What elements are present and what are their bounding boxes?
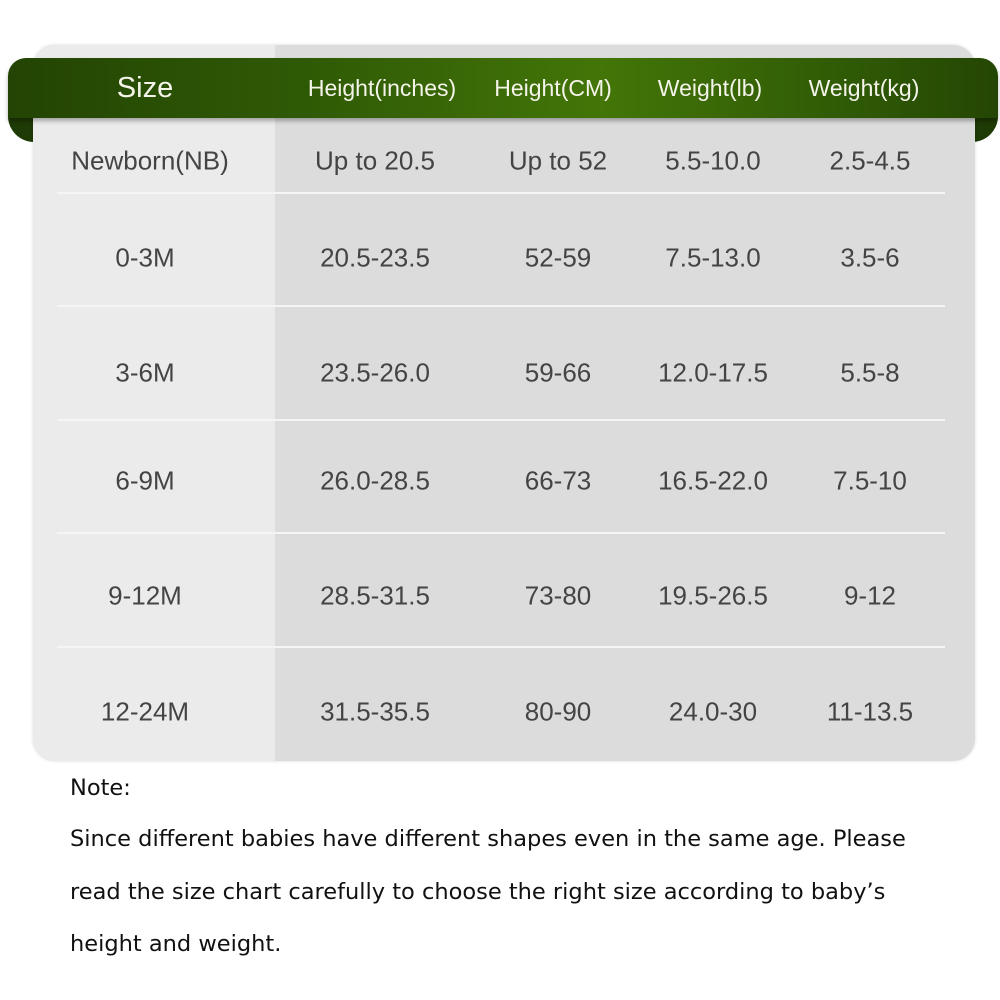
size-cell: 6-9M (115, 465, 175, 496)
table-cell: 80-90 (524, 696, 592, 727)
table-cell: 11-13.5 (826, 696, 914, 727)
row-divider (57, 192, 945, 194)
column-header: Weight(lb) (657, 75, 763, 101)
note-line: read the size chart carefully to choose … (70, 879, 886, 905)
table-cell: 5.5-10.0 (665, 145, 761, 176)
table-cell: 26.0-28.5 (320, 465, 430, 496)
table-cell: 28.5-31.5 (320, 580, 430, 611)
table-cell: 20.5-23.5 (320, 242, 430, 273)
table-cell: 3.5-6 (840, 242, 900, 273)
table-cell: 52-59 (524, 242, 592, 273)
note-line: Since different babies have different sh… (70, 826, 906, 852)
note-line: height and weight. (70, 931, 282, 957)
table-cell: 73-80 (524, 580, 592, 611)
size-cell: 9-12M (108, 580, 182, 611)
size-cell: Newborn(NB) (71, 145, 229, 176)
table-cell: Up to 20.5 (315, 145, 435, 176)
table-cell: 59-66 (524, 357, 592, 388)
column-header: Weight(kg) (808, 75, 920, 101)
size-cell: 12-24M (100, 696, 190, 727)
size-cell: 0-3M (115, 242, 175, 273)
table-cell: 12.0-17.5 (658, 357, 768, 388)
table-cell: 19.5-26.5 (658, 580, 768, 611)
table-cell: 23.5-26.0 (320, 357, 430, 388)
table-cell: 2.5-4.5 (829, 145, 911, 176)
table-cell: Up to 52 (508, 145, 608, 176)
row-divider (57, 305, 945, 307)
table-cell: 66-73 (524, 465, 592, 496)
note-title: Note: (70, 775, 131, 801)
table-cell: 5.5-8 (840, 357, 900, 388)
table-cell: 7.5-13.0 (665, 242, 761, 273)
table-cell: 24.0-30 (668, 696, 758, 727)
table-cell: 31.5-35.5 (320, 696, 430, 727)
column-header: Height(inches) (307, 75, 457, 101)
table-cell: 16.5-22.0 (658, 465, 768, 496)
size-cell: 3-6M (115, 357, 175, 388)
row-divider (57, 419, 945, 421)
table-cell: 7.5-10 (833, 465, 907, 496)
row-divider (57, 646, 945, 648)
row-divider (57, 532, 945, 534)
column-header: Height(CM) (494, 75, 612, 101)
column-header: Size (116, 72, 174, 104)
table-cell: 9-12 (843, 580, 897, 611)
